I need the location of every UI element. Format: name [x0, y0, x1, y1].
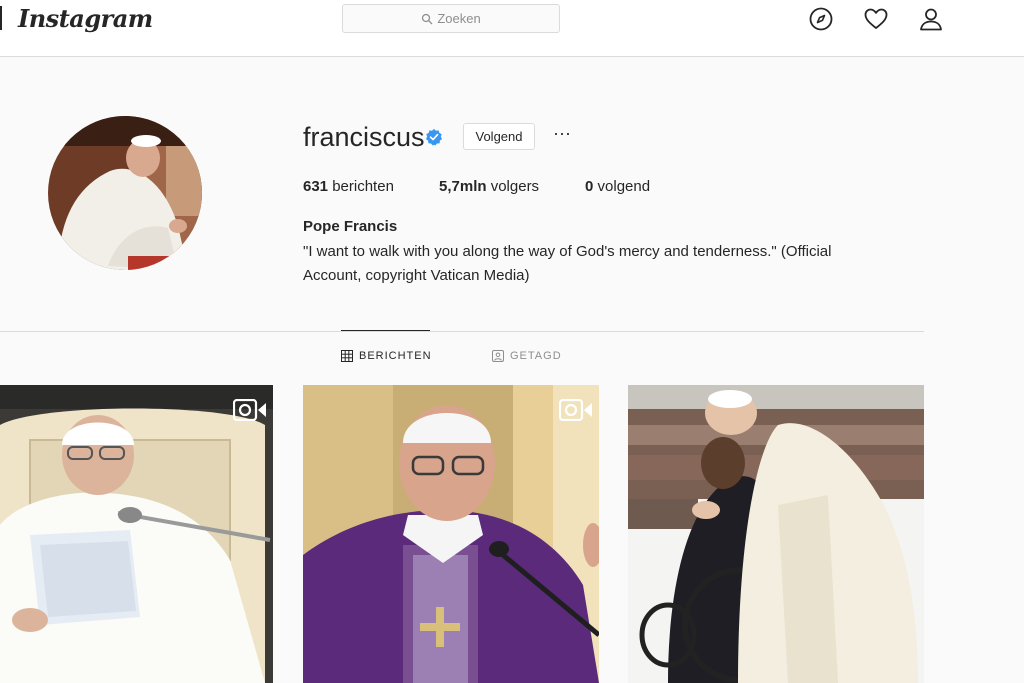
more-options-button[interactable]: ···	[548, 124, 576, 148]
video-icon	[559, 399, 592, 421]
tab-posts[interactable]: BERICHTEN	[341, 350, 432, 362]
posts-label: berichten	[332, 178, 394, 195]
following-stat[interactable]: 0 volgend	[585, 178, 650, 195]
verified-badge-icon	[425, 128, 443, 146]
posts-count-stat: 631 berichten	[303, 178, 394, 195]
post-image	[0, 385, 273, 683]
post-image	[628, 385, 924, 683]
instagram-logo[interactable]: Instagram	[18, 4, 153, 33]
window-edge-divider	[0, 6, 2, 30]
profile-bio: "I want to walk with you along the way o…	[303, 243, 832, 284]
compass-icon[interactable]	[808, 6, 834, 32]
profile-avatar[interactable]	[48, 116, 202, 270]
profile-username: franciscus	[303, 122, 425, 152]
search-placeholder: Zoeken	[437, 11, 481, 26]
tab-tagged-label: GETAGD	[510, 350, 562, 362]
tabs-divider	[0, 331, 924, 332]
search-input[interactable]: Zoeken	[342, 4, 560, 33]
avatar-photo	[48, 116, 202, 270]
search-icon	[422, 13, 433, 24]
post-thumbnail[interactable]	[0, 385, 273, 683]
post-image	[303, 385, 599, 683]
following-count: 0	[585, 178, 594, 195]
followers-stat[interactable]: 5,7mln volgers	[439, 178, 539, 195]
grid-icon	[341, 350, 353, 362]
posts-count: 631	[303, 178, 329, 195]
user-icon[interactable]	[918, 6, 944, 32]
heart-icon[interactable]	[863, 6, 889, 32]
profile-full-name: Pope Francis	[303, 218, 398, 235]
video-icon	[233, 399, 266, 421]
post-thumbnail[interactable]	[628, 385, 924, 683]
tab-posts-label: BERICHTEN	[359, 350, 432, 362]
followers-count: 5,7mln	[439, 178, 487, 195]
tagged-icon	[492, 350, 504, 362]
tab-tagged[interactable]: GETAGD	[492, 350, 562, 362]
followers-label: volgers	[490, 178, 540, 195]
active-tab-indicator	[341, 330, 430, 331]
top-navigation-bar: Instagram Zoeken	[0, 0, 1024, 57]
post-thumbnail[interactable]	[303, 385, 599, 683]
following-label: volgend	[597, 178, 651, 195]
following-button[interactable]: Volgend	[463, 123, 535, 150]
